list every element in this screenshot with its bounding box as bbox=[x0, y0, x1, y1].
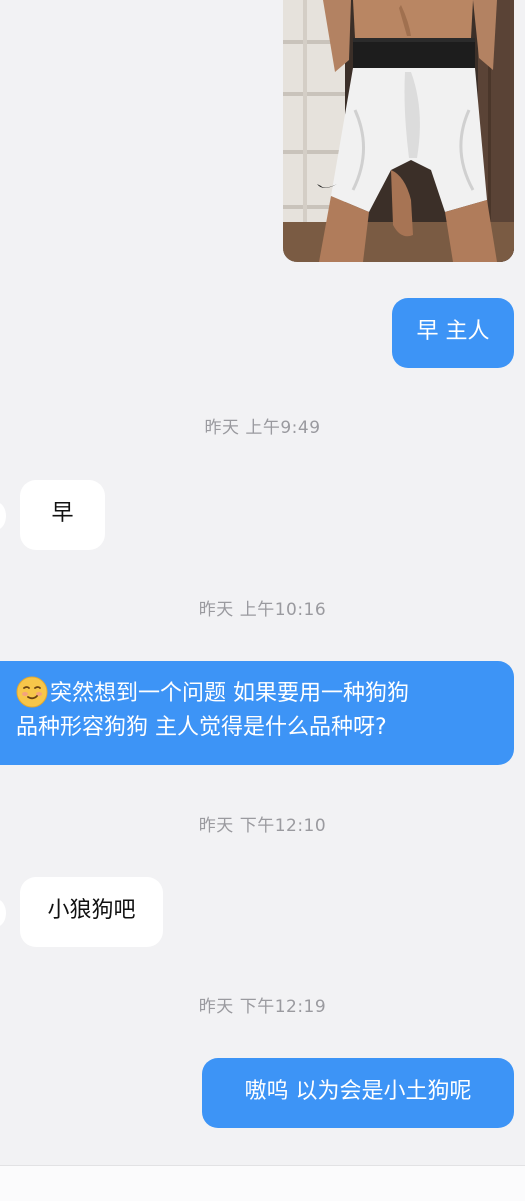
message-text: 早 主人 bbox=[416, 319, 490, 344]
message-line-1: 突然想到一个问题 如果要用一种狗狗 bbox=[16, 676, 514, 711]
outgoing-message-bubble[interactable]: 早 主人 bbox=[392, 298, 514, 368]
photo-image bbox=[283, 0, 514, 262]
message-text: 嗷呜 以为会是小土狗呢 bbox=[244, 1079, 472, 1104]
smirk-face-icon bbox=[16, 676, 48, 708]
avatar[interactable] bbox=[0, 502, 6, 530]
message-timestamp: 昨天 下午12:19 bbox=[198, 997, 327, 1017]
message-text: 品种形容狗狗 主人觉得是什么品种呀? bbox=[16, 715, 387, 740]
message-text: 突然想到一个问题 如果要用一种狗狗 bbox=[50, 681, 409, 706]
incoming-message-bubble[interactable]: 小狼狗吧 bbox=[20, 877, 163, 947]
message-text: 早 bbox=[51, 501, 74, 526]
outgoing-message-bubble[interactable]: 嗷呜 以为会是小土狗呢 bbox=[202, 1058, 514, 1128]
chat-thread[interactable]: 早 主人 昨天 上午9:49 早 昨天 上午10:16 突然想到一个问题 如果要… bbox=[0, 0, 525, 1165]
message-timestamp: 昨天 上午9:49 bbox=[204, 418, 321, 438]
message-timestamp: 昨天 下午12:10 bbox=[198, 816, 327, 836]
message-text: 小狼狗吧 bbox=[47, 898, 136, 923]
message-timestamp: 昨天 上午10:16 bbox=[198, 600, 327, 620]
avatar[interactable] bbox=[0, 899, 6, 927]
input-bar[interactable] bbox=[0, 1165, 525, 1201]
outgoing-message-bubble[interactable]: 突然想到一个问题 如果要用一种狗狗 品种形容狗狗 主人觉得是什么品种呀? bbox=[0, 661, 514, 765]
message-line-2: 品种形容狗狗 主人觉得是什么品种呀? bbox=[16, 711, 514, 745]
photo-message[interactable] bbox=[283, 0, 514, 262]
incoming-message-bubble[interactable]: 早 bbox=[20, 480, 105, 550]
